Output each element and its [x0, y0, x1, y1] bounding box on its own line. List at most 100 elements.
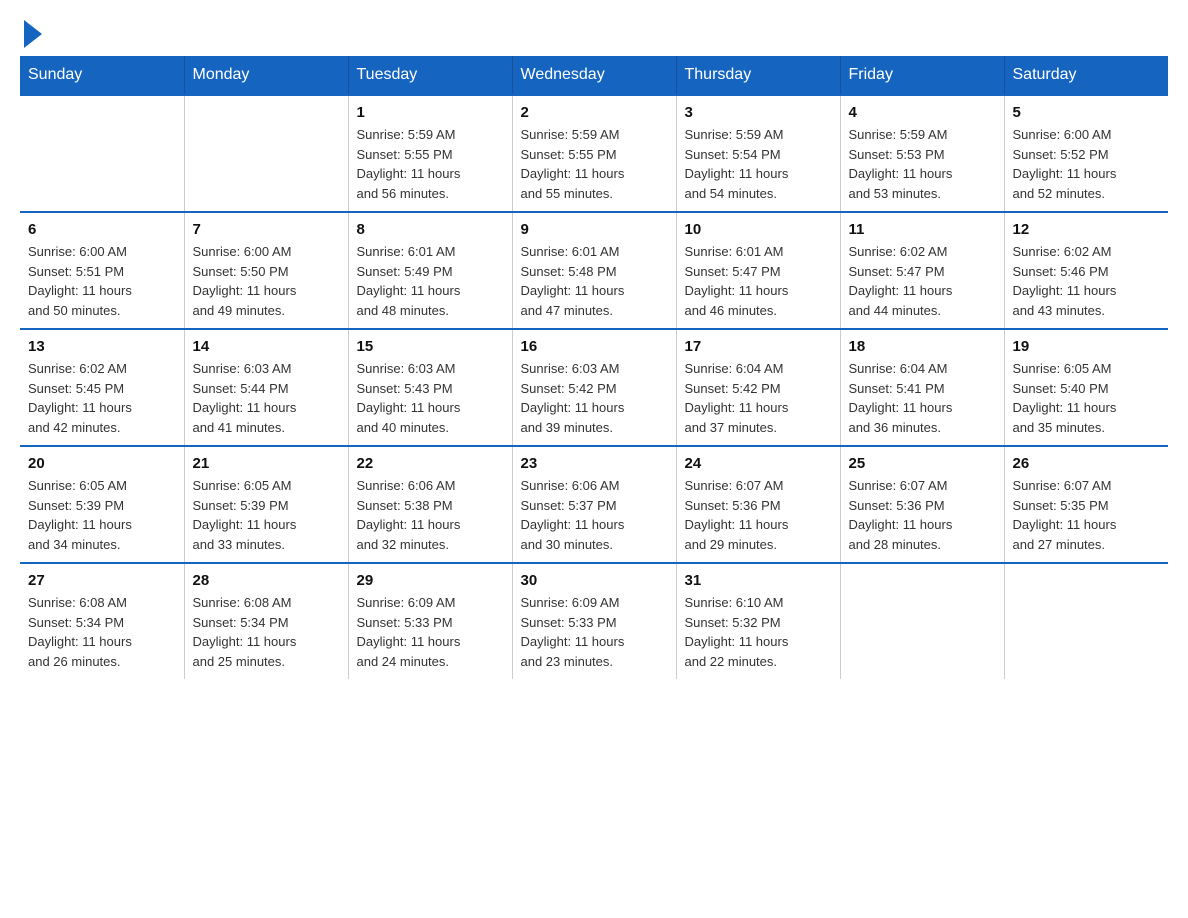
- calendar-cell: 26 Sunrise: 6:07 AMSunset: 5:35 PMDayligh…: [1004, 446, 1168, 563]
- day-number: 12: [1013, 221, 1161, 238]
- calendar-cell: [1004, 563, 1168, 679]
- calendar-week-row: 6 Sunrise: 6:00 AMSunset: 5:51 PMDaylight…: [20, 212, 1168, 329]
- day-info: Sunrise: 6:05 AMSunset: 5:39 PMDaylight:…: [28, 476, 176, 554]
- day-info: Sunrise: 5:59 AMSunset: 5:53 PMDaylight:…: [849, 125, 996, 203]
- day-number: 18: [849, 338, 996, 355]
- logo: [20, 20, 44, 48]
- day-info: Sunrise: 5:59 AMSunset: 5:55 PMDaylight:…: [521, 125, 668, 203]
- day-number: 19: [1013, 338, 1161, 355]
- day-number: 16: [521, 338, 668, 355]
- calendar-cell: 24Sunrise: 6:07 AMSunset: 5:36 PMDayligh…: [676, 446, 840, 563]
- day-number: 7: [193, 221, 340, 238]
- header: [20, 20, 1168, 48]
- calendar-week-row: 13 Sunrise: 6:02 AMSunset: 5:45 PMDayligh…: [20, 329, 1168, 446]
- day-info: Sunrise: 6:03 AMSunset: 5:44 PMDaylight:…: [193, 359, 340, 437]
- calendar-cell: 10 Sunrise: 6:01 AMSunset: 5:47 PMDayligh…: [676, 212, 840, 329]
- day-info: Sunrise: 6:04 AMSunset: 5:41 PMDaylight:…: [849, 359, 996, 437]
- day-info: Sunrise: 6:07 AMSunset: 5:36 PMDaylight:…: [685, 476, 832, 554]
- day-number: 15: [357, 338, 504, 355]
- day-number: 25: [849, 455, 996, 472]
- calendar-cell: 29 Sunrise: 6:09 AMSunset: 5:33 PMDayligh…: [348, 563, 512, 679]
- calendar-cell: 30 Sunrise: 6:09 AMSunset: 5:33 PMDayligh…: [512, 563, 676, 679]
- day-info: Sunrise: 6:09 AMSunset: 5:33 PMDaylight:…: [357, 593, 504, 671]
- calendar-cell: 5Sunrise: 6:00 AMSunset: 5:52 PMDaylight…: [1004, 95, 1168, 212]
- day-info: Sunrise: 6:00 AMSunset: 5:50 PMDaylight:…: [193, 242, 340, 320]
- day-number: 4: [849, 104, 996, 121]
- calendar-cell: 17Sunrise: 6:04 AMSunset: 5:42 PMDayligh…: [676, 329, 840, 446]
- calendar-cell: 14 Sunrise: 6:03 AMSunset: 5:44 PMDayligh…: [184, 329, 348, 446]
- day-number: 28: [193, 572, 340, 589]
- day-number: 21: [193, 455, 340, 472]
- day-info: Sunrise: 6:03 AMSunset: 5:42 PMDaylight:…: [521, 359, 668, 437]
- calendar-header-row: SundayMondayTuesdayWednesdayThursdayFrid…: [20, 56, 1168, 95]
- calendar-table: SundayMondayTuesdayWednesdayThursdayFrid…: [20, 56, 1168, 679]
- calendar-cell: 3 Sunrise: 5:59 AMSunset: 5:54 PMDaylight…: [676, 95, 840, 212]
- calendar-cell: 19 Sunrise: 6:05 AMSunset: 5:40 PMDayligh…: [1004, 329, 1168, 446]
- day-number: 10: [685, 221, 832, 238]
- day-info: Sunrise: 6:02 AMSunset: 5:46 PMDaylight:…: [1013, 242, 1161, 320]
- day-of-week-header: Monday: [184, 56, 348, 95]
- calendar-cell: [20, 95, 184, 212]
- calendar-cell: 11Sunrise: 6:02 AMSunset: 5:47 PMDayligh…: [840, 212, 1004, 329]
- day-info: Sunrise: 5:59 AMSunset: 5:54 PMDaylight:…: [685, 125, 832, 203]
- day-number: 9: [521, 221, 668, 238]
- day-info: Sunrise: 6:10 AMSunset: 5:32 PMDaylight:…: [685, 593, 832, 671]
- day-number: 3: [685, 104, 832, 121]
- calendar-cell: 9Sunrise: 6:01 AMSunset: 5:48 PMDaylight…: [512, 212, 676, 329]
- calendar-cell: 21Sunrise: 6:05 AMSunset: 5:39 PMDayligh…: [184, 446, 348, 563]
- day-info: Sunrise: 6:09 AMSunset: 5:33 PMDaylight:…: [521, 593, 668, 671]
- day-info: Sunrise: 6:01 AMSunset: 5:47 PMDaylight:…: [685, 242, 832, 320]
- day-info: Sunrise: 6:01 AMSunset: 5:49 PMDaylight:…: [357, 242, 504, 320]
- calendar-cell: 2 Sunrise: 5:59 AMSunset: 5:55 PMDaylight…: [512, 95, 676, 212]
- calendar-cell: 7 Sunrise: 6:00 AMSunset: 5:50 PMDaylight…: [184, 212, 348, 329]
- day-of-week-header: Thursday: [676, 56, 840, 95]
- day-number: 8: [357, 221, 504, 238]
- day-number: 29: [357, 572, 504, 589]
- day-info: Sunrise: 6:07 AMSunset: 5:35 PMDaylight:…: [1013, 476, 1161, 554]
- calendar-cell: 13 Sunrise: 6:02 AMSunset: 5:45 PMDayligh…: [20, 329, 184, 446]
- day-of-week-header: Tuesday: [348, 56, 512, 95]
- day-info: Sunrise: 6:05 AMSunset: 5:40 PMDaylight:…: [1013, 359, 1161, 437]
- day-of-week-header: Saturday: [1004, 56, 1168, 95]
- day-number: 26: [1013, 455, 1161, 472]
- day-number: 14: [193, 338, 340, 355]
- calendar-cell: 20 Sunrise: 6:05 AMSunset: 5:39 PMDayligh…: [20, 446, 184, 563]
- calendar-cell: 12 Sunrise: 6:02 AMSunset: 5:46 PMDayligh…: [1004, 212, 1168, 329]
- day-number: 13: [28, 338, 176, 355]
- calendar-cell: 16 Sunrise: 6:03 AMSunset: 5:42 PMDayligh…: [512, 329, 676, 446]
- calendar-cell: [840, 563, 1004, 679]
- calendar-week-row: 1 Sunrise: 5:59 AMSunset: 5:55 PMDaylight…: [20, 95, 1168, 212]
- calendar-cell: 15 Sunrise: 6:03 AMSunset: 5:43 PMDayligh…: [348, 329, 512, 446]
- day-number: 2: [521, 104, 668, 121]
- calendar-cell: 23Sunrise: 6:06 AMSunset: 5:37 PMDayligh…: [512, 446, 676, 563]
- calendar-cell: 6 Sunrise: 6:00 AMSunset: 5:51 PMDaylight…: [20, 212, 184, 329]
- day-number: 5: [1013, 104, 1161, 121]
- calendar-cell: 28 Sunrise: 6:08 AMSunset: 5:34 PMDayligh…: [184, 563, 348, 679]
- day-info: Sunrise: 6:00 AMSunset: 5:51 PMDaylight:…: [28, 242, 176, 320]
- day-of-week-header: Friday: [840, 56, 1004, 95]
- calendar-cell: [184, 95, 348, 212]
- calendar-cell: 8 Sunrise: 6:01 AMSunset: 5:49 PMDaylight…: [348, 212, 512, 329]
- day-number: 30: [521, 572, 668, 589]
- calendar-cell: 31 Sunrise: 6:10 AMSunset: 5:32 PMDayligh…: [676, 563, 840, 679]
- day-info: Sunrise: 6:03 AMSunset: 5:43 PMDaylight:…: [357, 359, 504, 437]
- day-number: 22: [357, 455, 504, 472]
- day-info: Sunrise: 6:06 AMSunset: 5:37 PMDaylight:…: [521, 476, 668, 554]
- calendar-week-row: 20 Sunrise: 6:05 AMSunset: 5:39 PMDayligh…: [20, 446, 1168, 563]
- day-info: Sunrise: 6:08 AMSunset: 5:34 PMDaylight:…: [193, 593, 340, 671]
- logo-arrow-icon: [24, 20, 42, 48]
- day-info: Sunrise: 6:08 AMSunset: 5:34 PMDaylight:…: [28, 593, 176, 671]
- calendar-cell: 18 Sunrise: 6:04 AMSunset: 5:41 PMDayligh…: [840, 329, 1004, 446]
- day-info: Sunrise: 6:02 AMSunset: 5:45 PMDaylight:…: [28, 359, 176, 437]
- day-number: 20: [28, 455, 176, 472]
- day-number: 11: [849, 221, 996, 238]
- day-number: 6: [28, 221, 176, 238]
- day-number: 17: [685, 338, 832, 355]
- calendar-cell: 4 Sunrise: 5:59 AMSunset: 5:53 PMDaylight…: [840, 95, 1004, 212]
- calendar-cell: 22Sunrise: 6:06 AMSunset: 5:38 PMDayligh…: [348, 446, 512, 563]
- day-of-week-header: Sunday: [20, 56, 184, 95]
- day-number: 27: [28, 572, 176, 589]
- day-number: 31: [685, 572, 832, 589]
- calendar-cell: 25Sunrise: 6:07 AMSunset: 5:36 PMDayligh…: [840, 446, 1004, 563]
- day-number: 1: [357, 104, 504, 121]
